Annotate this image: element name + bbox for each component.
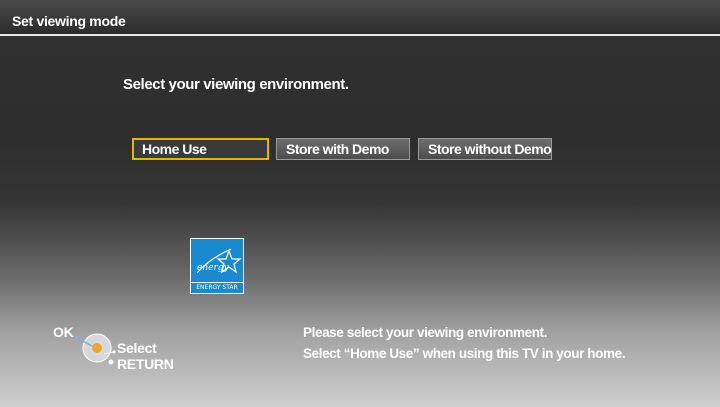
- store-with-demo-button[interactable]: Store with Demo: [276, 138, 410, 160]
- home-use-button[interactable]: Home Use: [132, 138, 269, 160]
- title-bar: Set viewing mode: [0, 0, 720, 36]
- info-line-2: Select “Home Use” when using this TV in …: [303, 346, 626, 361]
- ok-label: OK: [53, 324, 74, 340]
- info-text: Please select your viewing environment. …: [303, 322, 625, 364]
- energy-star-label: ENERGY STAR: [191, 282, 243, 291]
- select-label: Select: [117, 340, 157, 356]
- energy-script-text: energy: [197, 263, 230, 273]
- energy-star-logo: energy ENERGY STAR: [190, 238, 244, 294]
- energy-star-icon: energy: [196, 248, 242, 274]
- info-line-1: Please select your viewing environment.: [303, 325, 547, 340]
- navigation-help: OK Select RETURN: [48, 320, 188, 376]
- page-title: Set viewing mode: [12, 13, 126, 29]
- return-label: RETURN: [117, 356, 174, 372]
- store-without-demo-button[interactable]: Store without Demo: [418, 138, 552, 160]
- viewing-environment-prompt: Select your viewing environment.: [123, 76, 349, 93]
